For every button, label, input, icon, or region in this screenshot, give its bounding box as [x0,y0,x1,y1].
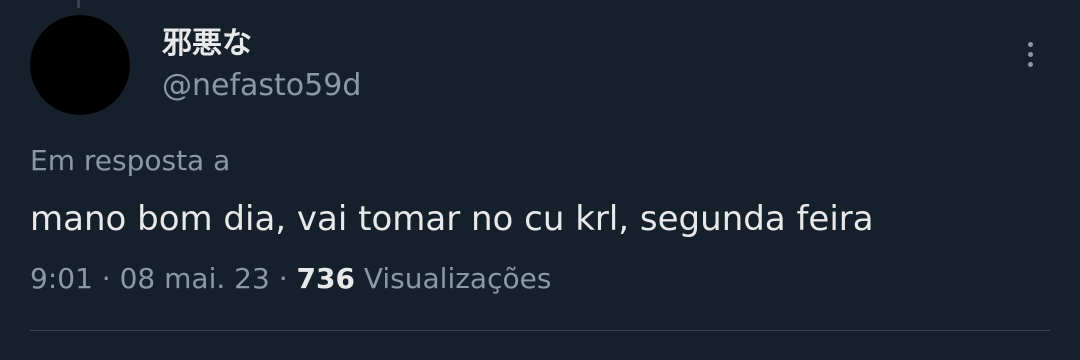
more-vertical-icon [1027,41,1033,47]
meta-separator: · [101,262,111,295]
avatar[interactable] [30,15,130,115]
views-label[interactable]: Visualizações [364,262,552,295]
divider [30,330,1050,331]
tweet-text: mano bom dia, vai tomar no cu krl, segun… [30,199,874,239]
tweet-time[interactable]: 9:01 [30,262,93,295]
user-handle[interactable]: @nefasto59d [162,66,361,106]
more-vertical-icon-dot [1027,51,1033,57]
more-vertical-icon-dot [1027,61,1033,67]
tweet-date[interactable]: 08 mai. 23 [120,262,270,295]
views-count[interactable]: 736 [297,262,355,295]
thread-connector-line [77,0,80,8]
user-display-name[interactable]: 邪悪な [162,24,252,64]
tweet-detail: 邪悪な @nefasto59d Em resposta a mano bom d… [0,0,1080,360]
more-options-button[interactable] [1010,34,1050,74]
tweet-meta: 9:01 · 08 mai. 23 · 736 Visualizações [30,260,551,298]
reply-context-label: Em resposta a [30,144,231,177]
meta-separator: · [278,262,288,295]
